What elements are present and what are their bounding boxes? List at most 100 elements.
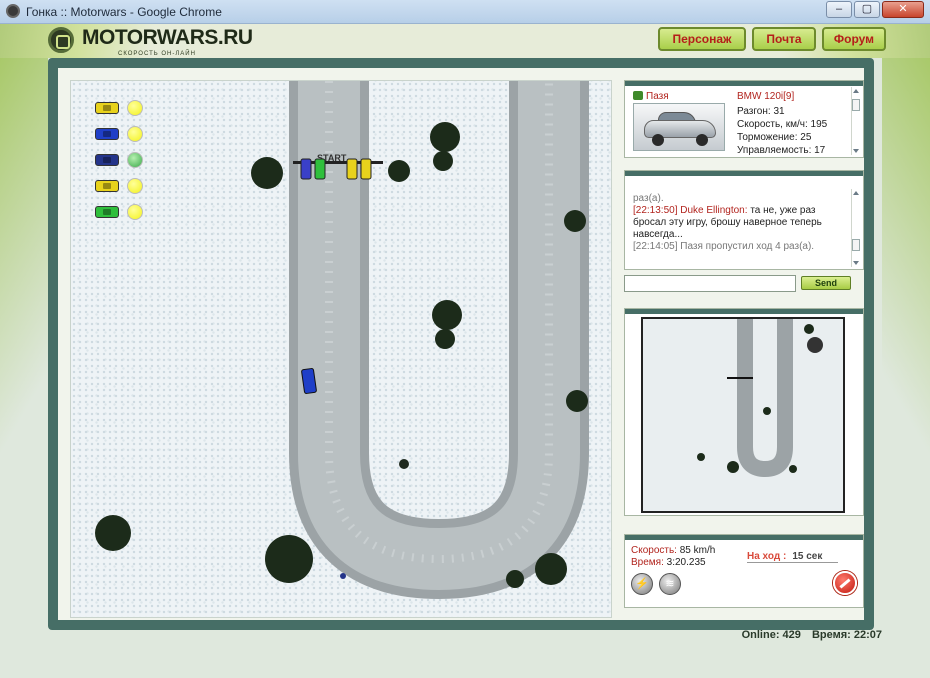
car-photo (633, 103, 725, 151)
site-logo[interactable]: MOTORWARS.RU (82, 26, 253, 50)
speed-value: 85 km/h (679, 545, 716, 556)
player-row[interactable] (95, 177, 143, 195)
car-info-panel: Пазя BMW 120i[9] Разгон: 31 Скорость, км… (624, 80, 864, 158)
chat-time: [22:13:50] (633, 205, 678, 216)
player-status-dot (127, 100, 143, 116)
time-readout: Время: 3:20.235 (631, 557, 706, 568)
chat-log[interactable]: раз(а). [22:13:50] Duke Ellington: та не… (633, 193, 851, 253)
minimap-tree (727, 461, 739, 473)
panel-cap (625, 81, 863, 86)
chat-line: [22:14:05] Пазя пропустил ход 4 раз(а). (633, 241, 851, 253)
race-status-panel: Скорость: 85 km/h Время: 3:20.235 На ход… (624, 534, 864, 608)
tree (435, 329, 455, 349)
nav-character-button[interactable]: Персонаж (658, 27, 746, 51)
site-header: MOTORWARS.RU СКОРОСТЬ ОН-ЛАЙН Персонаж П… (0, 24, 930, 58)
player-row[interactable] (95, 151, 143, 169)
tree (535, 553, 567, 585)
speed-label: Скорость: (631, 545, 677, 556)
turn-timer: На ход : 15 сек (747, 551, 839, 563)
car-blue-grid[interactable] (300, 158, 312, 180)
car-yellow-grid-1[interactable] (346, 158, 358, 180)
car-stat-acceleration: Разгон: 31 (737, 106, 785, 117)
decorative-leaves-left (0, 58, 48, 638)
car-photo-wheel (652, 134, 664, 146)
window-title: Гонка :: Motorwars - Google Chrome (26, 5, 222, 19)
tree (95, 515, 131, 551)
stop-race-icon[interactable] (833, 571, 857, 595)
nav-mail-button[interactable]: Почта (752, 27, 816, 51)
minimap[interactable] (641, 317, 845, 513)
minimap-tree (807, 337, 823, 353)
player-row[interactable] (95, 125, 143, 143)
nav-forum-button[interactable]: Форум (822, 27, 886, 51)
player-status-dot (127, 204, 143, 220)
minimize-button[interactable]: – (826, 1, 852, 18)
car-model: BMW 120i[9] (737, 91, 795, 102)
tree (506, 570, 524, 588)
tree (564, 210, 586, 232)
window-titlebar: Гонка :: Motorwars - Google Chrome – ▢ ✕ (0, 0, 930, 24)
player-row[interactable] (95, 203, 143, 221)
scroll-up-icon[interactable] (853, 191, 859, 195)
player-car-icon (95, 154, 119, 166)
car-stat-speed: Скорость, км/ч: 195 (737, 119, 828, 130)
scroll-thumb[interactable] (852, 99, 860, 111)
logo-badge-icon[interactable] (48, 27, 74, 53)
game-frame-inner: START Пазя BMW 120i[9] Разгон: 31 Скорос… (58, 68, 864, 620)
minimap-track (737, 319, 793, 478)
race-track-board[interactable]: START (70, 80, 612, 618)
chat-input[interactable] (624, 275, 796, 292)
time-label: Время: (631, 557, 664, 568)
footer-status: Online: 429 Время: 22:07 (734, 629, 882, 641)
chat-text: Пазя пропустил ход 4 раз(а). (680, 241, 815, 252)
site-tagline: СКОРОСТЬ ОН-ЛАЙН (118, 51, 196, 57)
track-object (399, 459, 409, 469)
driver-name-text: Пазя (646, 91, 669, 102)
tires-icon[interactable]: ≋ (659, 573, 681, 595)
nitro-icon[interactable]: ⚡ (631, 573, 653, 595)
player-car-icon (95, 180, 119, 192)
chrome-app-icon (6, 4, 20, 18)
tree (430, 122, 460, 152)
scroll-down-icon[interactable] (853, 261, 859, 265)
player-car-icon (95, 206, 119, 218)
decorative-leaves-right (882, 58, 930, 638)
send-button[interactable]: Send (801, 276, 851, 290)
tree (251, 157, 283, 189)
minimap-tree (789, 465, 797, 473)
player-car-icon (95, 128, 119, 140)
chat-time: [22:14:05] (633, 241, 678, 252)
turn-label: На ход : (747, 551, 787, 562)
car-stat-braking: Торможение: 25 (737, 132, 812, 143)
tree (265, 535, 313, 583)
chat-line: раз(а). (633, 193, 851, 205)
driver-gender-icon (633, 91, 643, 100)
close-window-button[interactable]: ✕ (882, 1, 924, 18)
player-list (95, 99, 143, 221)
time-value: 3:20.235 (666, 557, 706, 568)
server-time: Время: 22:07 (811, 629, 882, 641)
minimap-trees (697, 324, 823, 473)
track-object-small (340, 573, 346, 579)
car-photo-wheel (696, 134, 708, 146)
tree (433, 151, 453, 171)
car-yellow-grid-2[interactable] (360, 158, 372, 180)
turn-value: 15 сек (792, 551, 823, 562)
scroll-thumb[interactable] (852, 239, 860, 251)
car-info-scrollbar[interactable] (851, 87, 860, 155)
main-nav: Персонаж Почта Форум (658, 27, 886, 51)
driver-name[interactable]: Пазя (633, 91, 669, 102)
panel-cap (625, 535, 863, 540)
chat-line: [22:13:50] Duke Ellington: та не, уже ра… (633, 205, 851, 241)
minimap-panel (624, 308, 864, 516)
chat-panel: раз(а). [22:13:50] Duke Ellington: та не… (624, 170, 864, 270)
scroll-up-icon[interactable] (853, 89, 859, 93)
panel-cap (625, 171, 863, 176)
scroll-down-icon[interactable] (853, 149, 859, 153)
player-car-icon (95, 102, 119, 114)
chat-scrollbar[interactable] (851, 189, 860, 267)
player-status-dot (127, 126, 143, 142)
car-green-grid[interactable] (314, 158, 326, 180)
player-row[interactable] (95, 99, 143, 117)
maximize-button[interactable]: ▢ (854, 1, 880, 18)
